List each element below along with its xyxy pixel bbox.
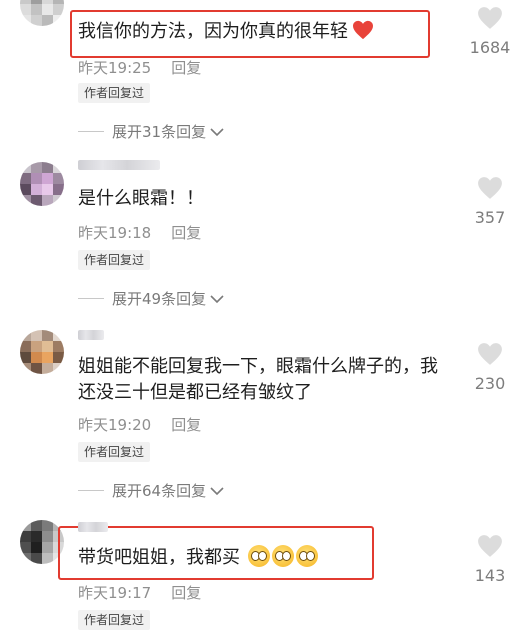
heart-outline-icon (478, 343, 502, 365)
comment-text: 是什么眼霜！！ (78, 188, 204, 209)
like-button[interactable]: 230 (467, 342, 513, 393)
pleading-face-icon (248, 545, 270, 567)
divider (78, 490, 104, 491)
chevron-down-icon (210, 127, 224, 136)
comment-time: 昨天19:17 (78, 584, 152, 602)
username[interactable] (78, 522, 108, 532)
comment-time: 昨天19:18 (78, 224, 152, 242)
comment-time: 昨天19:20 (78, 416, 152, 434)
like-button[interactable]: 357 (467, 176, 513, 227)
like-count: 143 (474, 566, 506, 585)
comment-meta: 昨天19:17 回复 (78, 582, 201, 603)
author-replied-badge: 作者回复过 (78, 250, 151, 270)
avatar[interactable] (20, 162, 64, 206)
like-count: 357 (474, 208, 506, 227)
like-button[interactable]: 143 (467, 534, 513, 585)
pleading-face-icon (272, 545, 294, 567)
comment-meta: 昨天19:20 回复 (78, 414, 201, 435)
avatar[interactable] (20, 330, 64, 374)
heart-outline-icon (478, 177, 502, 199)
expand-replies-button[interactable]: 展开49条回复 (78, 288, 224, 309)
expand-replies-button[interactable]: 展开64条回复 (78, 480, 224, 501)
chevron-down-icon (210, 486, 224, 495)
author-replied-badge: 作者回复过 (78, 83, 151, 103)
comment-text: 带货吧姐姐，我都买 (78, 545, 318, 571)
like-button[interactable]: 1684 (467, 6, 513, 57)
comment-text: 姐姐能不能回复我一下，眼霜什么牌子的，我 还没三十但是都已经有皱纹了 (78, 356, 438, 403)
author-replied-badge: 作者回复过 (78, 610, 151, 630)
red-heart-icon (353, 20, 373, 40)
reply-button[interactable]: 回复 (171, 584, 201, 602)
username[interactable] (78, 160, 160, 170)
heart-outline-icon (478, 535, 502, 557)
pleading-face-icon (296, 545, 318, 567)
author-replied-badge: 作者回复过 (78, 442, 151, 462)
reply-button[interactable]: 回复 (171, 224, 201, 242)
reply-button[interactable]: 回复 (171, 59, 201, 77)
chevron-down-icon (210, 294, 224, 303)
comment-time: 昨天19:25 (78, 59, 152, 77)
username[interactable] (78, 330, 104, 340)
divider (78, 131, 104, 132)
comment-meta: 昨天19:25 回复 (78, 57, 201, 78)
like-count: 230 (474, 374, 506, 393)
heart-outline-icon (478, 7, 502, 29)
divider (78, 298, 104, 299)
comment-text: 我信你的方法，因为你真的很年轻 (78, 19, 374, 45)
like-count: 1684 (469, 38, 511, 57)
reply-button[interactable]: 回复 (171, 416, 201, 434)
avatar[interactable] (20, 0, 64, 26)
expand-replies-button[interactable]: 展开31条回复 (78, 121, 224, 142)
comment-meta: 昨天19:18 回复 (78, 222, 201, 243)
